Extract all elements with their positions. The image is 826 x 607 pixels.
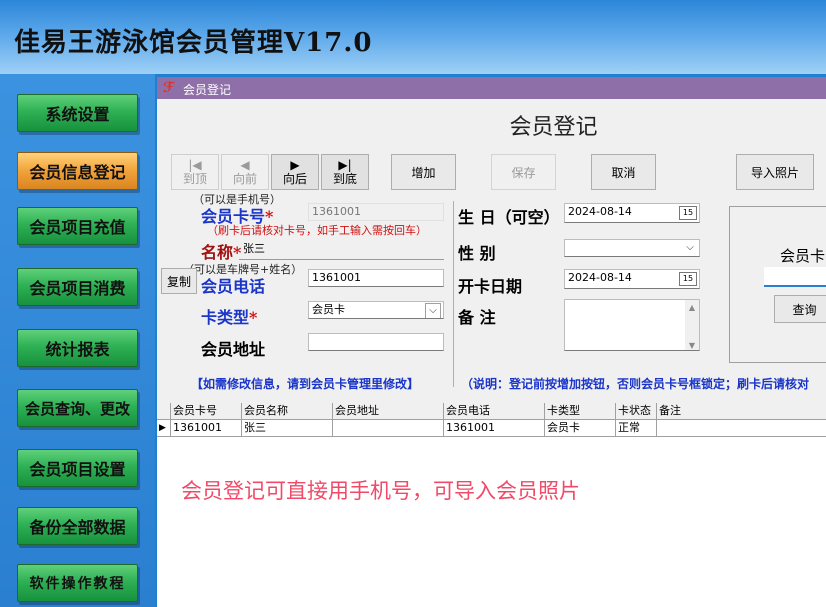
- grid-header-phone[interactable]: 会员电话: [444, 403, 545, 420]
- calendar-icon[interactable]: 15: [679, 272, 697, 286]
- prev-icon: ◀: [240, 158, 250, 172]
- last-record-button[interactable]: ▶| 到底: [321, 154, 369, 190]
- save-button[interactable]: 保存: [491, 154, 556, 190]
- first-icon: |◀: [188, 158, 202, 172]
- next-icon: ▶: [290, 158, 300, 172]
- window-title-bar: ℱ 会员登记: [157, 77, 826, 99]
- row-pointer-icon[interactable]: ▶: [157, 420, 171, 437]
- birthday-label: 生 日（可空）: [458, 208, 560, 227]
- table-cell[interactable]: 会员卡: [545, 420, 616, 437]
- chevron-down-icon[interactable]: ⌵: [425, 303, 441, 318]
- first-record-button[interactable]: |◀ 到顶: [171, 154, 219, 190]
- app-title: 佳易王游泳馆会员管理V17.0: [14, 28, 373, 58]
- grid-header-address[interactable]: 会员地址: [333, 403, 444, 420]
- copy-button[interactable]: 复制: [161, 268, 197, 294]
- prev-record-label: 向前: [232, 172, 257, 186]
- card-type-value: 会员卡: [312, 303, 345, 316]
- photo-card-label: 会员卡: [780, 247, 826, 265]
- app-header: 佳易王游泳馆会员管理V17.0: [0, 0, 826, 74]
- member-register-window: ℱ 会员登记 会员登记 |◀ 到顶 ◀ 向前 ▶ 向后 ▶| 到底 增加 保存 …: [157, 77, 826, 607]
- first-record-label: 到顶: [182, 172, 207, 186]
- sidebar-item-consume[interactable]: 会员项目消费: [17, 268, 138, 306]
- card-type-select[interactable]: 会员卡 ⌵: [308, 301, 444, 319]
- form-title: 会员登记: [509, 115, 598, 140]
- grid-header-card[interactable]: 会员卡号: [171, 403, 242, 420]
- table-cell[interactable]: [333, 420, 444, 437]
- sidebar-item-system-settings[interactable]: 系统设置: [17, 94, 138, 132]
- last-icon: ▶|: [338, 158, 352, 172]
- info-modify-hint: 【如需修改信息，请到会员卡管理里修改】: [191, 377, 420, 391]
- next-record-label: 向后: [282, 172, 307, 186]
- sidebar-item-recharge[interactable]: 会员项目充值: [17, 207, 138, 245]
- table-cell[interactable]: 1361001: [444, 420, 545, 437]
- birthday-value: 2024-08-14: [568, 205, 632, 218]
- sidebar-item-tutorial[interactable]: 软件操作教程: [17, 564, 138, 602]
- table-cell[interactable]: 张三: [242, 420, 333, 437]
- name-input[interactable]: 张三: [237, 241, 444, 259]
- next-record-button[interactable]: ▶ 向后: [271, 154, 319, 190]
- app-logo-icon: ℱ: [163, 80, 175, 96]
- scroll-down-icon[interactable]: ▼: [685, 338, 699, 350]
- grid-header-type[interactable]: 卡类型: [545, 403, 616, 420]
- sidebar-item-backup[interactable]: 备份全部数据: [17, 507, 138, 545]
- phone-label: 会员电话: [201, 277, 266, 296]
- open-date-input[interactable]: 2024-08-14 15: [564, 269, 700, 289]
- open-date-label: 开卡日期: [458, 277, 523, 296]
- window-title: 会员登记: [183, 83, 232, 97]
- notes-textarea[interactable]: ▲ ▼: [564, 299, 700, 351]
- table-cell[interactable]: 正常: [616, 420, 657, 437]
- card-number-input[interactable]: 1361001: [308, 203, 444, 221]
- info-instruction: （说明：登记前按增加按钮，否则会员卡号框锁定；刷卡后请核对: [461, 377, 810, 391]
- grid-header-notes[interactable]: 备注: [657, 403, 826, 420]
- address-input[interactable]: [308, 333, 444, 351]
- sidebar: 系统设置 会员信息登记 会员项目充值 会员项目消费 统计报表 会员查询、更改 会…: [0, 74, 155, 607]
- prev-record-button[interactable]: ◀ 向前: [221, 154, 269, 190]
- cancel-button[interactable]: 取消: [591, 154, 656, 190]
- notes-label: 备 注: [458, 308, 496, 327]
- grid-header-name[interactable]: 会员名称: [242, 403, 333, 420]
- table-cell[interactable]: [657, 420, 826, 437]
- form-divider: [453, 201, 454, 387]
- add-button[interactable]: 增加: [391, 154, 456, 190]
- sidebar-item-member-query[interactable]: 会员查询、更改: [17, 389, 138, 427]
- photo-card-input[interactable]: [764, 267, 826, 287]
- notes-scrollbar[interactable]: ▲ ▼: [685, 300, 699, 350]
- import-photo-button[interactable]: 导入照片: [736, 154, 814, 190]
- name-label: 名称*: [201, 243, 242, 262]
- phone-input[interactable]: 1361001: [308, 269, 444, 287]
- sidebar-item-member-register[interactable]: 会员信息登记: [17, 152, 138, 190]
- table-cell[interactable]: 1361001: [171, 420, 242, 437]
- sidebar-item-reports[interactable]: 统计报表: [17, 329, 138, 367]
- name-underline: [239, 259, 444, 260]
- query-button[interactable]: 查询: [774, 295, 826, 323]
- card-note: （刷卡后请核对卡号，如手工输入需按回车）: [207, 224, 427, 237]
- gender-select[interactable]: ⌵: [564, 239, 700, 257]
- sidebar-item-project-settings[interactable]: 会员项目设置: [17, 449, 138, 487]
- card-type-label: 卡类型*: [201, 308, 258, 327]
- chevron-down-icon[interactable]: ⌵: [683, 241, 697, 255]
- promo-text: 会员登记可直接用手机号，可导入会员照片: [181, 479, 580, 503]
- gender-label: 性 别: [458, 244, 496, 263]
- scroll-up-icon[interactable]: ▲: [685, 300, 699, 316]
- open-date-value: 2024-08-14: [568, 271, 632, 284]
- birthday-input[interactable]: 2024-08-14 15: [564, 203, 700, 223]
- grid-corner: [157, 403, 171, 420]
- calendar-icon[interactable]: 15: [679, 206, 697, 220]
- form-area: 会员登记 |◀ 到顶 ◀ 向前 ▶ 向后 ▶| 到底 增加 保存 取消 导入照片…: [157, 99, 826, 404]
- photo-panel: 会员卡 查询: [729, 206, 826, 363]
- last-record-label: 到底: [332, 172, 357, 186]
- address-label: 会员地址: [201, 340, 266, 359]
- grid-header-status[interactable]: 卡状态: [616, 403, 657, 420]
